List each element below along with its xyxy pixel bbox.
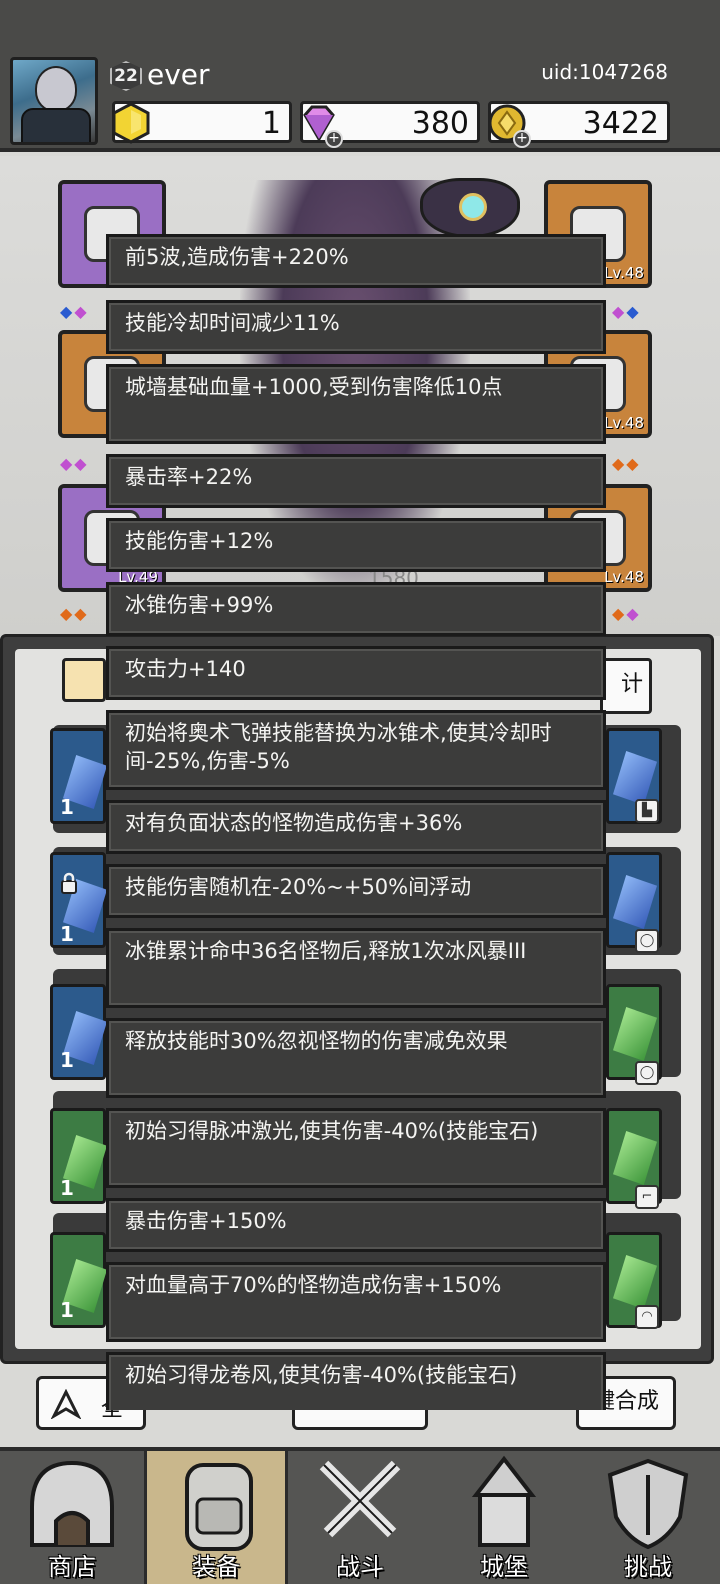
inventory-card[interactable]: ⌐ (606, 1108, 662, 1209)
nav-castle-label: 城堡 (480, 1553, 528, 1581)
item-count: 1 (60, 1176, 74, 1200)
slot-gems-right-2: ◆◆ (612, 454, 641, 473)
item-count: 1 (60, 795, 74, 819)
inventory-card[interactable] (50, 1232, 107, 1328)
boot-type-icon: ▙ (635, 799, 659, 823)
add-coin-icon[interactable]: + (513, 130, 531, 148)
nav-battle[interactable]: 战斗 (288, 1451, 432, 1584)
up-arrow-icon (51, 1389, 81, 1419)
gold-hexagon-icon (112, 102, 150, 144)
affix-item: 对血量高于70%的怪物造成伤害+150% (106, 1262, 606, 1342)
affix-item: 暴击率+22% (106, 454, 606, 508)
affix-item: 攻击力+140 (106, 646, 606, 700)
blue-crystal-icon (613, 751, 657, 805)
lock-icon[interactable] (60, 872, 78, 894)
affix-item: 对有负面状态的怪物造成伤害+36% (106, 800, 606, 854)
affix-item: 技能伤害+12% (106, 518, 606, 572)
affix-item: 初始习得龙卷风,使其伤害-40%(技能宝石) (106, 1352, 606, 1410)
inventory-card[interactable] (50, 728, 107, 824)
crest-orb (459, 193, 487, 221)
blue-crystal-icon (613, 875, 657, 929)
player-level-badge: 22 (110, 61, 142, 91)
item-count: 1 (60, 922, 74, 946)
nav-battle-label: 战斗 (336, 1553, 384, 1581)
ring-type-icon: ◯ (635, 1061, 659, 1085)
inventory-card[interactable]: ◠ (606, 1232, 662, 1329)
belt-level: Lv.48 (604, 568, 644, 586)
nav-equipment-label: 装备 (192, 1553, 240, 1581)
nav-challenge-label: 挑战 (624, 1553, 672, 1581)
green-crystal-icon (613, 1255, 657, 1309)
backpack-icon (185, 1463, 253, 1551)
player-uid: uid:1047268 (541, 60, 668, 84)
top-header: 22 ever uid:1047268 1 + 380 + 3422 (0, 0, 720, 152)
inventory-card[interactable] (50, 1108, 107, 1204)
resource-coin[interactable]: + 3422 (488, 101, 670, 148)
inventory-card[interactable]: ▙ (606, 728, 662, 824)
wand-type-icon: ⌐ (635, 1185, 659, 1209)
nav-shop-label: 商店 (48, 1553, 96, 1581)
affix-item: 技能伤害随机在-20%~+50%间浮动 (106, 864, 606, 918)
hat-type-icon: ◠ (635, 1305, 659, 1329)
resource-diamond[interactable]: + 380 (300, 101, 480, 148)
slot-gems-right-3: ◆◆ (612, 604, 641, 623)
player-name: ever (147, 58, 210, 91)
add-diamond-icon[interactable]: + (325, 130, 343, 148)
diamond-amount: 380 (411, 106, 469, 141)
tab-stats[interactable]: 计 (600, 658, 652, 714)
slot-gems-left-3: ◆◆ (60, 604, 89, 623)
coin-amount: 3422 (582, 106, 659, 141)
nav-shop[interactable]: 商店 (0, 1451, 144, 1584)
gold-hex-amount: 1 (261, 106, 281, 141)
slot-gems-left-2: ◆◆ (60, 454, 89, 473)
crossed-swords-icon (319, 1460, 401, 1538)
avatar-head (35, 66, 77, 112)
affix-item: 初始习得脉冲激光,使其伤害-40%(技能宝石) (106, 1108, 606, 1188)
inventory-card[interactable] (50, 984, 107, 1080)
player-avatar[interactable] (10, 57, 98, 145)
affix-item: 初始将奥术飞弹技能替换为冰锥术,使其冷却时间-25%,伤害-5% (106, 710, 606, 790)
inventory-card[interactable]: ◯ (606, 852, 662, 953)
affix-item: 技能冷却时间减少11% (106, 300, 606, 354)
affix-item: 冰锥累计命中36名怪物后,释放1次冰风暴III (106, 928, 606, 1008)
avatar-body (21, 108, 91, 142)
shield-icon (607, 1458, 689, 1550)
ring-type-icon: ◯ (635, 929, 659, 953)
castle-icon (471, 1455, 537, 1547)
nav-castle[interactable]: 城堡 (432, 1451, 576, 1584)
item-count: 1 (60, 1048, 74, 1072)
nav-equipment[interactable]: 装备 (144, 1451, 288, 1584)
crest-emblem (420, 178, 520, 238)
slot-gems-left-1: ◆◆ (60, 302, 89, 321)
affix-tooltip-list: 前5波,造成伤害+220% 技能冷却时间减少11% 城墙基础血量+1000,受到… (106, 234, 606, 1410)
bottom-navigation: 商店 装备 战斗 城堡 挑战 (0, 1447, 720, 1584)
affix-item: 前5波,造成伤害+220% (106, 234, 606, 288)
nav-challenge[interactable]: 挑战 (576, 1451, 720, 1584)
ring-level: Lv.48 (604, 414, 644, 432)
inventory-card[interactable]: ◯ (606, 984, 662, 1085)
affix-item: 城墙基础血量+1000,受到伤害降低10点 (106, 364, 606, 444)
affix-item: 释放技能时30%忽视怪物的伤害减免效果 (106, 1018, 606, 1098)
green-crystal-icon (613, 1007, 657, 1061)
resource-gold-hex[interactable]: 1 (112, 101, 292, 144)
weapon-level: Lv.48 (604, 264, 644, 282)
shirt-tab-icon[interactable] (62, 658, 106, 702)
slot-gems-right-1: ◆◆ (612, 302, 641, 321)
shop-icon (30, 1460, 114, 1547)
affix-item: 暴击伤害+150% (106, 1198, 606, 1252)
inventory-card[interactable] (50, 852, 107, 948)
item-count: 1 (60, 1298, 74, 1322)
green-crystal-icon (613, 1131, 657, 1185)
affix-item: 冰锥伤害+99% (106, 582, 606, 636)
